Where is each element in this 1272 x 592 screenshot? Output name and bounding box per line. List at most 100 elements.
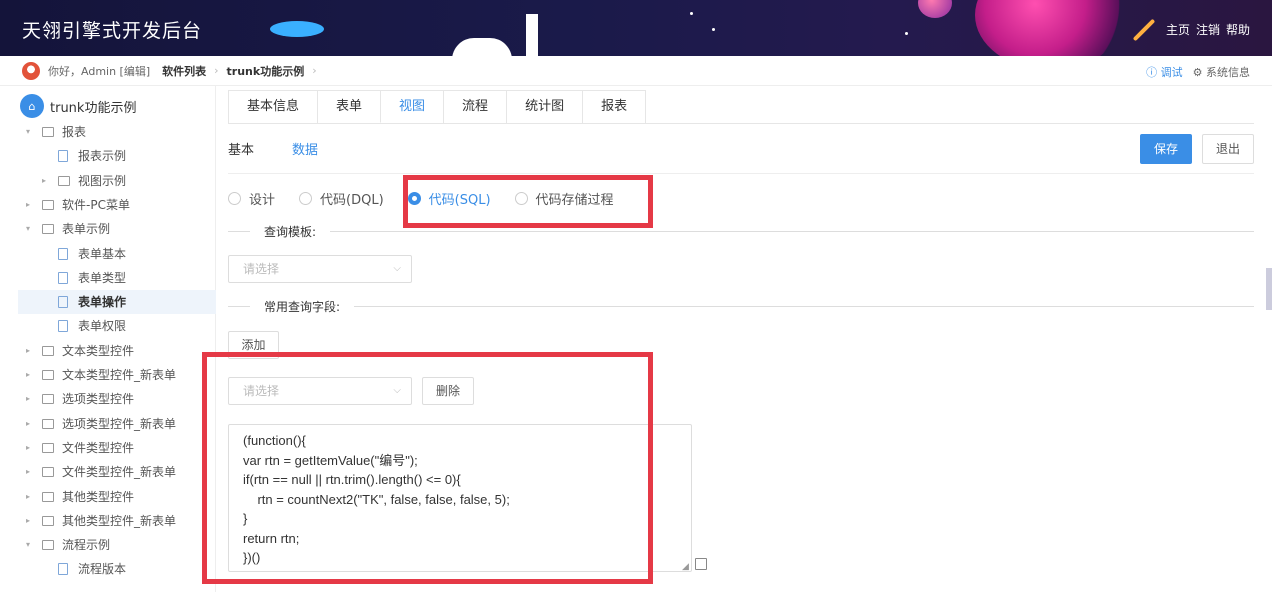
system-info-link[interactable]: ⚙ 系统信息	[1193, 64, 1250, 80]
breadcrumb-trunk[interactable]: trunk功能示例	[227, 63, 305, 79]
sidebar-item-label: 选项类型控件	[62, 392, 135, 407]
breadcrumb-software-list[interactable]: 软件列表	[162, 63, 206, 79]
comet-decoration	[1132, 18, 1156, 42]
caret-right-icon[interactable]: ▸	[26, 436, 36, 460]
tree-root-label: trunk功能示例	[50, 100, 137, 116]
sidebar-item-label: 文件类型控件_新表单	[62, 465, 177, 480]
caret-right-icon[interactable]: ▸	[26, 460, 36, 484]
sidebar: ⌂ trunk功能示例 ▾ 报表 报表示例 ▸ 视图示例 ▸ 软件-PC菜单 ▾ 表单示例 表单基…	[0, 86, 216, 592]
tab-2[interactable]: 视图	[380, 90, 445, 123]
tab-1[interactable]: 表单	[317, 90, 382, 123]
radio-label: 代码(DQL)	[320, 193, 384, 208]
tab-0[interactable]: 基本信息	[228, 90, 319, 123]
sidebar-item[interactable]: ▾ 报表	[26, 120, 86, 144]
sidebar-item-label: 文本类型控件_新表单	[62, 368, 177, 382]
folder-icon	[42, 515, 54, 526]
sidebar-item[interactable]: ▸ 文件类型控件_新表单	[26, 460, 176, 484]
caret-right-icon[interactable]: ▸	[26, 363, 36, 387]
sidebar-item-label: 报表	[62, 125, 87, 139]
home-link[interactable]: 主页	[1166, 21, 1190, 38]
planet-decoration	[975, 0, 1125, 56]
sidebar-item[interactable]: ▾ 流程示例	[26, 533, 110, 557]
star-decoration	[690, 12, 693, 15]
folder-icon	[42, 370, 54, 380]
sub-tabs: 基本 数据	[228, 139, 318, 158]
sidebar-item[interactable]: ▸ 文本类型控件	[26, 339, 134, 363]
sidebar-item[interactable]: ▸ 选项类型控件	[26, 387, 134, 411]
chevron-down-icon: ⌵	[393, 263, 401, 274]
exit-button[interactable]: 退出	[1202, 134, 1254, 164]
document-icon	[58, 271, 68, 284]
sidebar-item[interactable]: 流程版本	[58, 557, 126, 581]
radio-circle-icon[interactable]	[228, 192, 241, 205]
sidebar-item-label: 其他类型控件_新表单	[62, 513, 177, 528]
caret-right-icon[interactable]: ▸	[26, 485, 36, 509]
sidebar-item-label: 文本类型控件	[62, 343, 135, 358]
sidebar-item-label: 视图示例	[78, 173, 127, 188]
caret-right-icon[interactable]: ▸	[26, 509, 36, 533]
caret-down-icon[interactable]: ▾	[26, 120, 36, 144]
caret-right-icon[interactable]: ▸	[26, 339, 36, 363]
sidebar-item[interactable]: ▸ 其他类型控件	[26, 485, 134, 509]
resize-handle-icon[interactable]: ◢	[682, 562, 689, 572]
folder-icon	[42, 199, 54, 210]
tab-4[interactable]: 统计图	[506, 90, 584, 123]
common-fields-section: 常用查询字段:	[228, 298, 1254, 315]
sidebar-item-label: 流程示例	[62, 538, 111, 553]
tree-root[interactable]: ⌂ trunk功能示例	[20, 94, 136, 118]
folder-icon	[42, 418, 54, 429]
query-template-label: 查询模板:	[264, 225, 317, 239]
sidebar-item[interactable]: 报表示例	[58, 144, 126, 168]
user-greeting[interactable]: 你好，Admin [编辑]	[48, 63, 150, 79]
caret-down-icon[interactable]: ▾	[26, 533, 36, 557]
folder-icon	[42, 394, 54, 405]
document-icon	[58, 296, 68, 309]
sidebar-item[interactable]: 表单基本	[58, 242, 126, 266]
chevron-right-icon: ›	[214, 64, 219, 77]
scrollbar-handle[interactable]	[1266, 268, 1272, 310]
sidebar-item-label: 表单权限	[78, 319, 127, 334]
avatar[interactable]	[22, 61, 40, 80]
query-template-select[interactable]: 请选择 ⌵	[228, 255, 412, 283]
help-link[interactable]: 帮助	[1226, 21, 1250, 38]
folder-icon	[42, 224, 54, 235]
radio-option[interactable]: 代码(DQL)	[299, 189, 384, 208]
edit-icon[interactable]	[695, 558, 707, 570]
sidebar-item[interactable]: ▾ 表单示例	[26, 217, 110, 241]
query-template-section: 查询模板:	[228, 223, 1254, 240]
document-icon	[58, 150, 68, 163]
caret-right-icon[interactable]: ▸	[42, 169, 52, 193]
radio-circle-icon[interactable]	[299, 192, 313, 205]
caret-down-icon[interactable]: ▾	[26, 217, 36, 241]
document-icon	[58, 563, 68, 576]
save-button[interactable]: 保存	[1140, 134, 1192, 164]
subtab-data[interactable]: 数据	[292, 139, 318, 158]
folder-icon	[42, 442, 54, 453]
tab-5[interactable]: 报表	[582, 90, 647, 123]
sidebar-item[interactable]: ▸ 视图示例	[42, 169, 126, 193]
sidebar-item-label: 文件类型控件	[62, 440, 135, 455]
sidebar-item[interactable]: 表单类型	[58, 266, 126, 290]
app-header: 天翎引擎式开发后台 主页 注销 帮助	[0, 0, 1272, 56]
sidebar-item-label: 表单示例	[62, 222, 111, 237]
sidebar-item[interactable]: ▸ 软件-PC菜单	[26, 193, 130, 217]
sidebar-item[interactable]: ▸ 选项类型控件_新表单	[26, 412, 176, 436]
sidebar-item[interactable]: ▸ 文本类型控件_新表单	[26, 363, 176, 387]
sidebar-item[interactable]: ▸ 其他类型控件_新表单	[26, 509, 176, 533]
sidebar-item-label: 表单操作	[78, 295, 127, 310]
caret-right-icon[interactable]: ▸	[26, 193, 36, 217]
sidebar-item[interactable]: 表单权限	[58, 314, 126, 338]
folder-icon	[42, 540, 54, 551]
sidebar-item[interactable]: ▸ 文件类型控件	[26, 436, 134, 460]
logout-link[interactable]: 注销	[1196, 21, 1220, 38]
caret-right-icon[interactable]: ▸	[26, 412, 36, 436]
folder-icon	[42, 345, 54, 356]
chevron-right-icon: ›	[312, 64, 317, 77]
tab-3[interactable]: 流程	[443, 90, 508, 123]
debug-link[interactable]: ⓘ 调试	[1146, 64, 1183, 80]
subtab-basic[interactable]: 基本	[228, 139, 254, 158]
top-tabs: 基本信息 表单 视图 流程 统计图 报表	[228, 90, 1254, 124]
sidebar-item[interactable]: 表单操作	[18, 290, 216, 315]
caret-right-icon[interactable]: ▸	[26, 387, 36, 411]
radio-option[interactable]: 设计	[228, 189, 275, 208]
